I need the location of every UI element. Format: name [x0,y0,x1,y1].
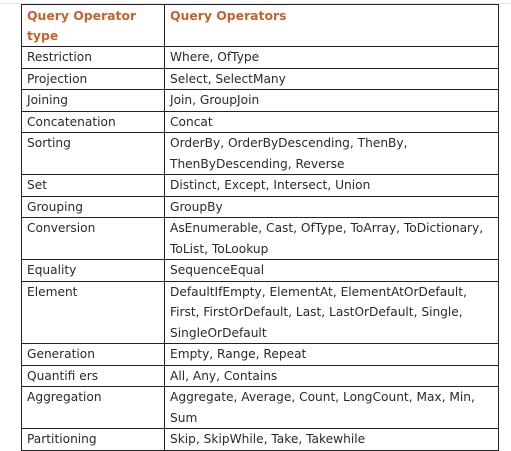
table-row: Sorting OrderBy, OrderByDescending, Then… [21,132,499,175]
table-row: Quantifi ers All, Any, Contains [21,364,499,387]
query-operators-table: Query Operator type Query Operators Rest… [21,4,499,451]
operator-type-cell: Grouping [21,195,165,218]
operator-type-cell: Restriction [21,46,165,69]
table-header: Query Operator type Query Operators [21,4,499,47]
operator-type-cell: Element [21,280,165,344]
table-row: Element DefaultIfEmpty, ElementAt, Eleme… [21,280,499,344]
operator-type-cell: Conversion [21,217,165,260]
operator-type-cell: Generation [21,343,165,366]
table-row: Equality SequenceEqual [21,259,499,282]
operators-cell: Where, OfType [164,46,499,69]
table-row: Restriction Where, OfType [21,46,499,69]
operators-cell: Aggregate, Average, Count, LongCount, Ma… [164,386,499,429]
table-body: Restriction Where, OfType Projection Sel… [21,46,499,451]
operators-cell: All, Any, Contains [164,364,499,387]
table-row: Joining Join, GroupJoin [21,89,499,112]
operators-cell: Skip, SkipWhile, Take, Takewhile [164,428,499,451]
operator-type-cell: Joining [21,89,165,112]
operators-cell: DefaultIfEmpty, ElementAt, ElementAtOrDe… [164,280,499,344]
table-row: Projection Select, SelectMany [21,67,499,90]
table-row: Grouping GroupBy [21,195,499,218]
table-row: Concatenation Concat [21,110,499,133]
operators-cell: Distinct, Except, Intersect, Union [164,174,499,197]
operators-cell: OrderBy, OrderByDescending, ThenBy, Then… [164,132,499,175]
column-header-operators: Query Operators [164,4,499,47]
operator-type-cell: Sorting [21,132,165,175]
table-row: Aggregation Aggregate, Average, Count, L… [21,386,499,429]
operator-type-cell: Equality [21,259,165,282]
operators-cell: Join, GroupJoin [164,89,499,112]
operators-cell: Select, SelectMany [164,67,499,90]
table-row: Set Distinct, Except, Intersect, Union [21,174,499,197]
operators-cell: Empty, Range, Repeat [164,343,499,366]
operator-type-cell: Concatenation [21,110,165,133]
column-header-operator-type: Query Operator type [21,4,165,47]
table-row: Partitioning Skip, SkipWhile, Take, Take… [21,428,499,451]
operators-cell: SequenceEqual [164,259,499,282]
operators-cell: GroupBy [164,195,499,218]
table-row: Conversion AsEnumerable, Cast, OfType, T… [21,217,499,260]
operator-type-cell: Quantifi ers [21,364,165,387]
operator-type-cell: Set [21,174,165,197]
operators-cell: Concat [164,110,499,133]
operator-type-cell: Projection [21,67,165,90]
table-row: Generation Empty, Range, Repeat [21,343,499,366]
operator-type-cell: Partitioning [21,428,165,451]
operator-type-cell: Aggregation [21,386,165,429]
header-row: Query Operator type Query Operators [21,4,499,47]
operators-cell: AsEnumerable, Cast, OfType, ToArray, ToD… [164,217,499,260]
